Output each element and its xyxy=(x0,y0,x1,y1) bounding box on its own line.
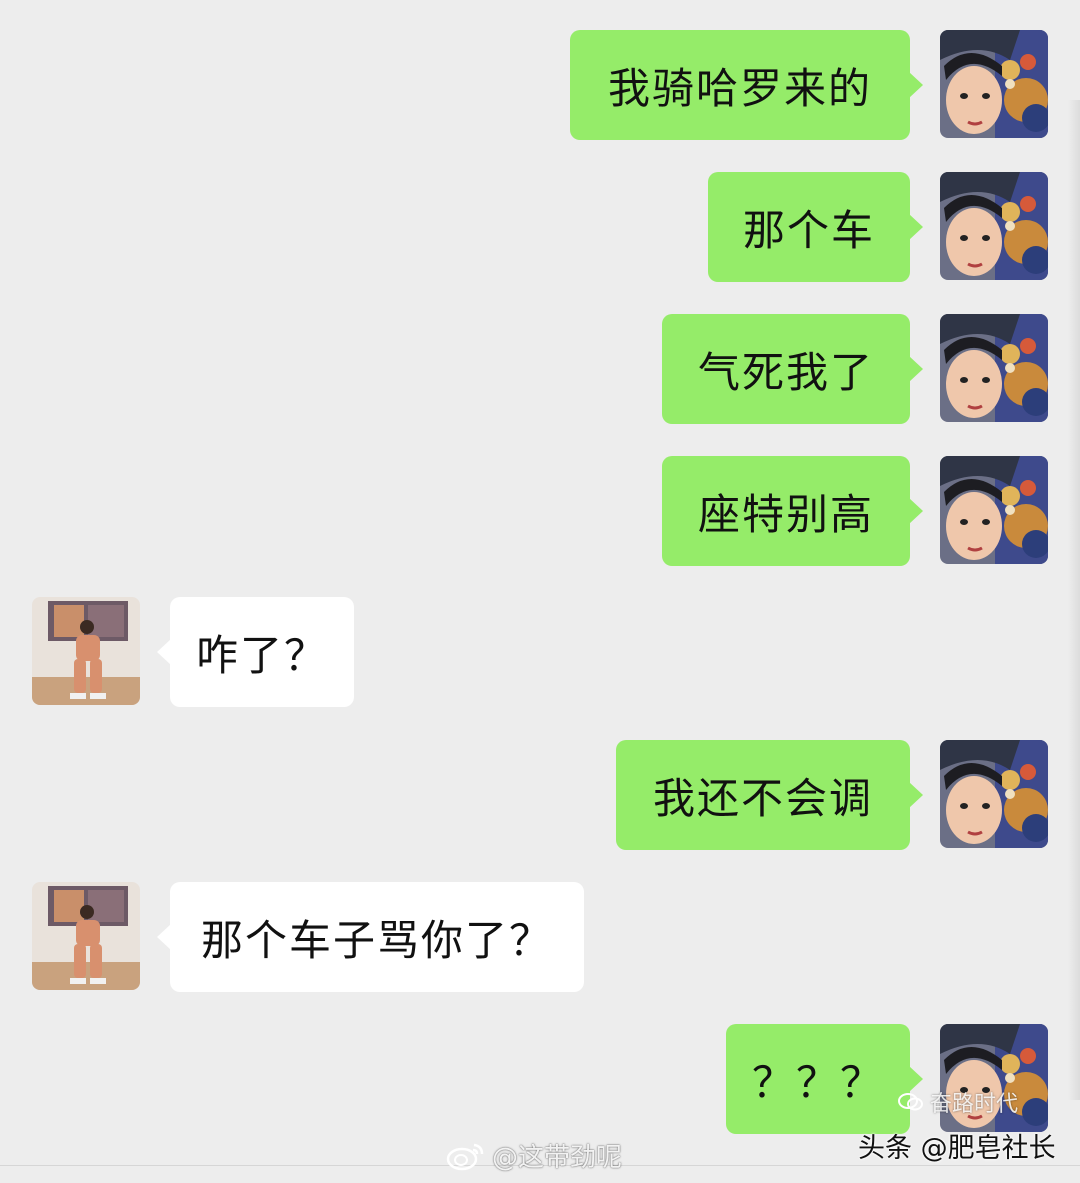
watermark-toutiao: 头条 @肥皂社长 xyxy=(858,1133,1056,1164)
message-row: 那个车子骂你了？ xyxy=(0,882,1080,992)
message-row: 座特别高 xyxy=(0,456,1080,566)
sender-avatar[interactable] xyxy=(940,740,1048,848)
avatar-image xyxy=(940,172,1048,280)
message-row: 我骑哈罗来的 xyxy=(0,30,1080,140)
wechat-icon xyxy=(898,1093,923,1111)
weibo-icon xyxy=(446,1143,484,1170)
message-bubble-sent[interactable]: 我还不会调 xyxy=(616,740,910,850)
sender-avatar[interactable] xyxy=(940,314,1048,422)
watermark-weibo: @这带劲呢 xyxy=(446,1137,622,1174)
avatar-image xyxy=(940,740,1048,848)
message-row: 咋了？ xyxy=(0,597,1080,707)
message-bubble-received[interactable]: 咋了？ xyxy=(170,597,354,707)
watermark-weibo-text: @这带劲呢 xyxy=(492,1143,623,1173)
message-row: 那个车 xyxy=(0,172,1080,282)
bubble-tail xyxy=(157,924,171,950)
avatar-image xyxy=(940,456,1048,564)
bubble-tail xyxy=(909,782,923,808)
sender-avatar[interactable] xyxy=(940,30,1048,138)
message-bubble-sent[interactable]: 座特别高 xyxy=(662,456,910,566)
chat-area: 我骑哈罗来的 那个车 气死我了 座特别高 咋了？ 我还不会调 那个车子骂你了？ … xyxy=(0,0,1080,1183)
watermark-toutiao-top: 奋路时代 xyxy=(898,1086,1018,1118)
bubble-tail xyxy=(157,639,171,665)
avatar-image xyxy=(32,882,140,990)
message-row: 我还不会调 xyxy=(0,740,1080,850)
message-bubble-sent[interactable]: 我骑哈罗来的 xyxy=(570,30,910,140)
bubble-tail xyxy=(909,72,923,98)
sender-avatar[interactable] xyxy=(940,456,1048,564)
scrollbar-edge xyxy=(1068,100,1080,1100)
sender-avatar[interactable] xyxy=(940,172,1048,280)
contact-avatar[interactable] xyxy=(32,597,140,705)
bubble-tail xyxy=(909,214,923,240)
message-bubble-sent[interactable]: 气死我了 xyxy=(662,314,910,424)
message-bubble-sent[interactable]: 那个车 xyxy=(708,172,910,282)
message-row: 气死我了 xyxy=(0,314,1080,424)
avatar-image xyxy=(32,597,140,705)
avatar-image xyxy=(940,30,1048,138)
message-bubble-sent[interactable]: ？？？ xyxy=(726,1024,910,1134)
bubble-tail xyxy=(909,498,923,524)
watermark-toutiao-top-text: 奋路时代 xyxy=(930,1092,1019,1117)
bubble-tail xyxy=(909,356,923,382)
message-bubble-received[interactable]: 那个车子骂你了？ xyxy=(170,882,584,992)
contact-avatar[interactable] xyxy=(32,882,140,990)
avatar-image xyxy=(940,314,1048,422)
